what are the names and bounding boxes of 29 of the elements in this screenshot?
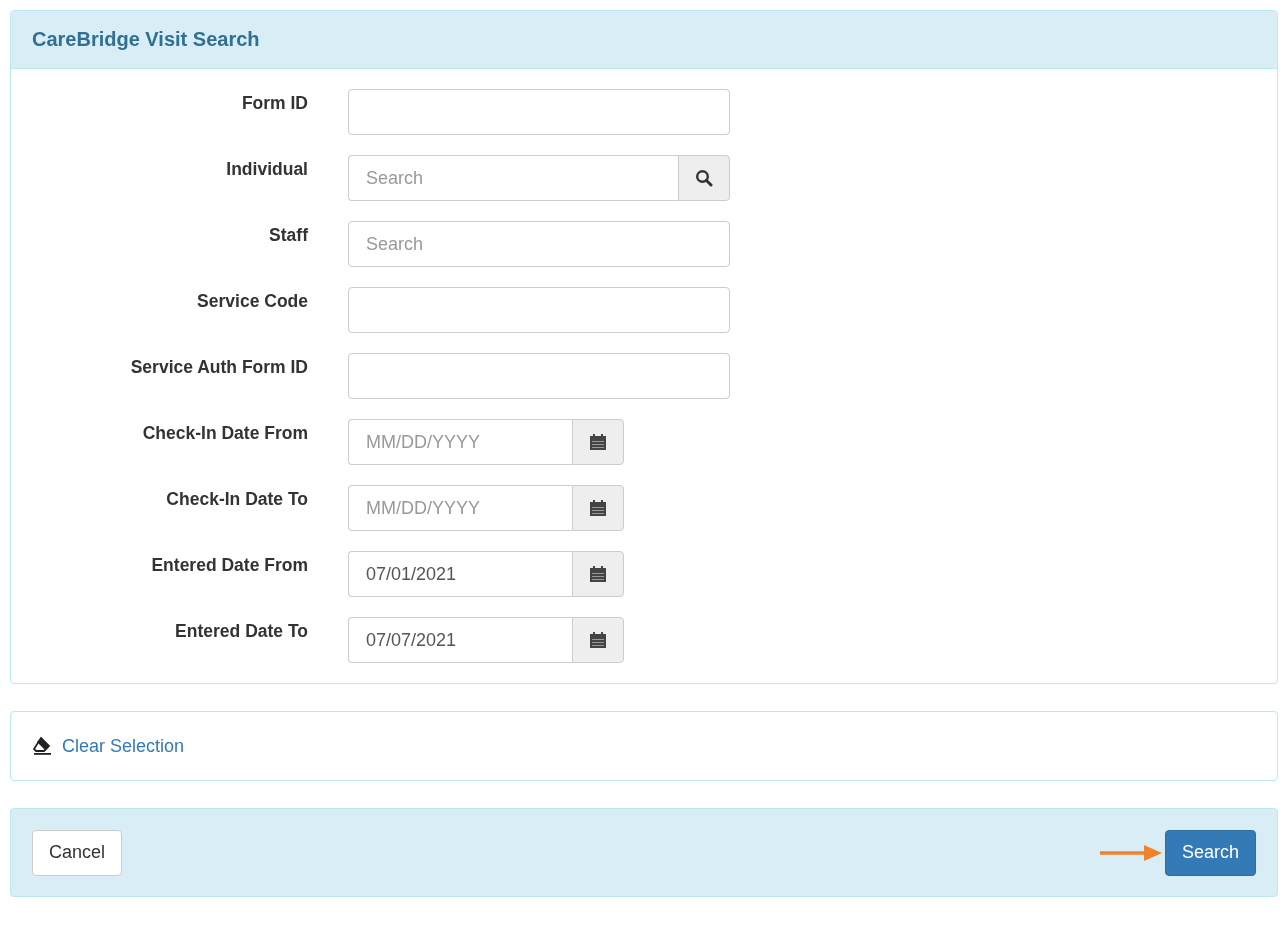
field-label: Check-In Date From [141,422,308,444]
search-button[interactable]: Search [1164,829,1256,876]
clear-selection-link[interactable]: Clear Selection [62,735,185,757]
field-label: Form ID [240,92,308,114]
calendar-icon [589,433,607,451]
field-label: Entered Date To [174,620,308,642]
calendar-icon [589,499,607,517]
eraser-icon [33,737,53,755]
calendar-icon [589,631,607,649]
calendar-button[interactable] [572,617,624,663]
search-button[interactable] [678,155,730,201]
field-label: Individual [225,158,308,180]
text-field[interactable]: Search [348,221,730,267]
field-label: Staff [268,224,308,246]
calendar-button[interactable] [572,419,624,465]
text-field[interactable] [348,287,730,333]
field-label: Entered Date From [150,554,308,576]
calendar-icon [589,565,607,583]
text-field[interactable] [348,353,730,399]
calendar-button[interactable] [572,551,624,597]
calendar-button[interactable] [572,485,624,531]
search-icon [695,169,713,187]
field-label: Service Code [196,290,308,312]
panel-title: CareBridge Visit Search [32,28,260,51]
text-field[interactable] [348,89,730,135]
field-label: Service Auth Form ID [129,356,308,378]
arrow-annotation [1099,842,1164,863]
cancel-button[interactable]: Cancel [32,829,123,876]
field-label: Check-In Date To [165,488,308,510]
